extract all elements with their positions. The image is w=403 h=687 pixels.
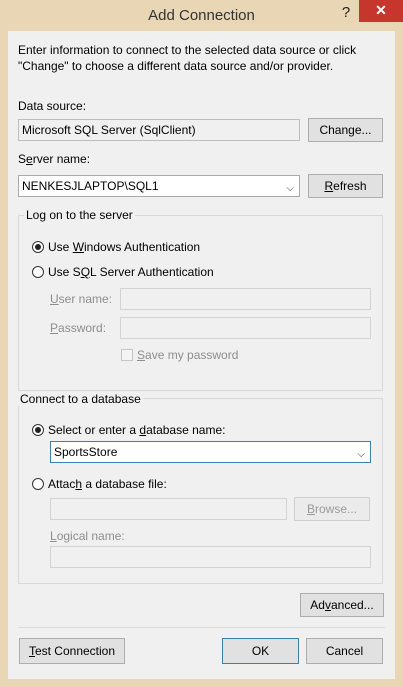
save-password-label[interactable]: Save my password (137, 348, 238, 362)
logical-name-input[interactable] (50, 546, 371, 568)
title-bar: Add Connection ? ✕ (0, 0, 403, 32)
logon-group-title: Log on to the server (24, 208, 135, 222)
windows-auth-label[interactable]: Use Windows Authentication (48, 240, 200, 254)
sql-auth-radio[interactable] (32, 266, 44, 278)
save-password-checkbox[interactable] (121, 349, 133, 361)
windows-auth-radio[interactable] (32, 241, 44, 253)
password-label: Password: (50, 321, 107, 335)
radio-selected-dot (35, 427, 41, 433)
radio-selected-dot (35, 244, 41, 250)
select-database-label[interactable]: Select or enter a database name: (48, 423, 225, 437)
server-name-label: Server name: (18, 152, 91, 166)
password-input[interactable] (120, 317, 371, 339)
help-button[interactable]: ? (333, 0, 359, 26)
separator (18, 627, 385, 628)
change-button[interactable]: Change... (308, 118, 383, 142)
sql-auth-label[interactable]: Use SQL Server Authentication (48, 265, 214, 279)
close-button[interactable]: ✕ (359, 0, 403, 22)
server-name-value: NENKESJLAPTOP\SQL1 (22, 179, 159, 193)
attach-file-radio[interactable] (32, 478, 44, 490)
database-name-combobox[interactable]: SportsStore ⌵ (50, 441, 371, 463)
database-group-title: Connect to a database (18, 392, 143, 406)
user-name-input[interactable] (120, 288, 371, 310)
chevron-down-icon[interactable]: ⌵ (286, 179, 294, 196)
attach-file-input[interactable] (50, 498, 287, 520)
test-connection-button[interactable]: Test Connection (19, 638, 125, 664)
dialog-body: Enter information to connect to the sele… (8, 31, 395, 679)
ok-button[interactable]: OK (222, 638, 299, 664)
chevron-down-icon[interactable]: ⌵ (357, 445, 365, 462)
refresh-button[interactable]: Refresh (308, 174, 383, 198)
close-icon[interactable]: ✕ (375, 2, 387, 18)
user-name-label: User name: (50, 292, 113, 306)
advanced-button[interactable]: Advanced... (300, 593, 384, 617)
intro-text-line2: "Change" to choose a different data sour… (18, 59, 334, 73)
data-source-field: Microsoft SQL Server (SqlClient) (18, 119, 300, 141)
logical-name-label: Logical name: (50, 529, 125, 543)
attach-file-label[interactable]: Attach a database file: (48, 477, 167, 491)
database-name-value: SportsStore (54, 445, 118, 459)
server-name-combobox[interactable]: NENKESJLAPTOP\SQL1 ⌵ (18, 175, 300, 197)
browse-button[interactable]: Browse... (294, 497, 370, 521)
select-database-radio[interactable] (32, 424, 44, 436)
data-source-label: Data source: (18, 99, 87, 113)
cancel-button[interactable]: Cancel (306, 638, 383, 664)
intro-text-line1: Enter information to connect to the sele… (18, 43, 357, 57)
